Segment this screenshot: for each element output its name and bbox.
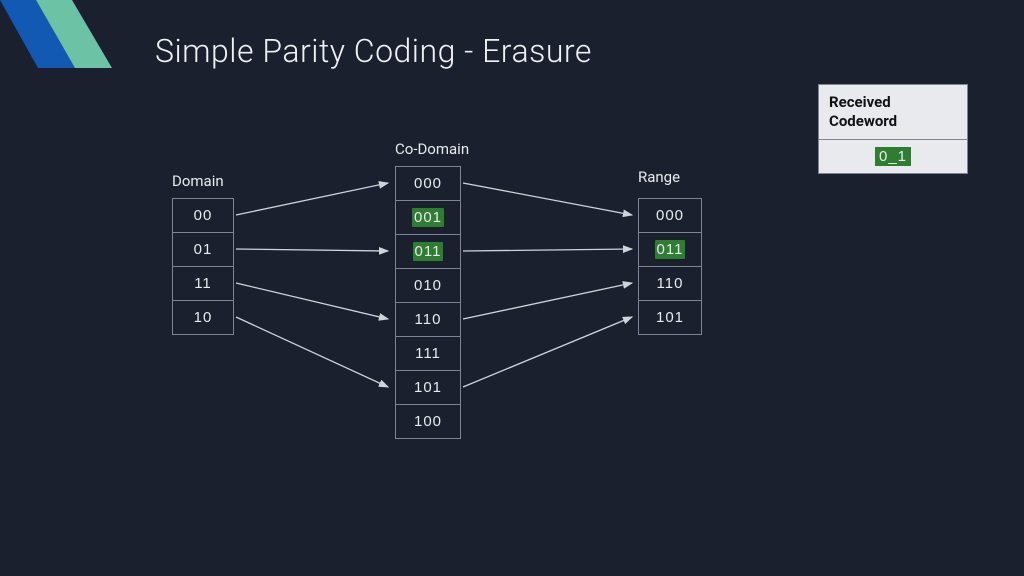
range-value: 000 bbox=[656, 207, 684, 224]
range-value: 110 bbox=[657, 275, 684, 292]
domain-value: 10 bbox=[194, 309, 213, 326]
codomain-value: 110 bbox=[415, 311, 442, 328]
domain-label: Domain bbox=[172, 172, 224, 190]
codomain-value: 101 bbox=[414, 379, 442, 396]
codomain-cells: 000 001 011 010 110 111 101 100 bbox=[395, 166, 461, 439]
range-cell: 110 bbox=[638, 266, 702, 301]
range-cells: 000 011 110 101 bbox=[638, 198, 702, 335]
codomain-value: 011 bbox=[413, 242, 444, 261]
domain-cell: 01 bbox=[172, 232, 234, 267]
codomain-label: Co-Domain bbox=[395, 140, 469, 158]
codomain-cell: 010 bbox=[395, 268, 461, 303]
domain-cell: 10 bbox=[172, 300, 234, 335]
codomain-cell: 110 bbox=[395, 302, 461, 337]
codomain-cell: 001 bbox=[395, 200, 461, 235]
codomain-value: 000 bbox=[414, 175, 442, 192]
domain-cells: 00 01 11 10 bbox=[172, 198, 234, 335]
received-value: 0_1 bbox=[819, 140, 967, 173]
codomain-cell: 011 bbox=[395, 234, 461, 269]
domain-cell: 00 bbox=[172, 198, 234, 233]
received-codeword-box: Received Codeword 0_1 bbox=[818, 84, 968, 174]
range-value: 011 bbox=[655, 240, 686, 259]
domain-value: 11 bbox=[194, 275, 212, 292]
domain-value: 00 bbox=[194, 207, 213, 224]
codomain-value: 010 bbox=[414, 277, 442, 294]
range-cell: 000 bbox=[638, 198, 702, 233]
codomain-cell: 111 bbox=[395, 336, 461, 371]
codomain-value: 111 bbox=[415, 345, 441, 362]
slide-title: Simple Parity Coding - Erasure bbox=[155, 32, 592, 70]
codomain-cell: 000 bbox=[395, 166, 461, 201]
received-header: Received Codeword bbox=[819, 85, 967, 140]
codomain-cell: 101 bbox=[395, 370, 461, 405]
range-cell: 011 bbox=[638, 232, 702, 267]
corner-accent-icon bbox=[0, 0, 120, 120]
domain-value: 01 bbox=[194, 241, 213, 258]
range-cell: 101 bbox=[638, 300, 702, 335]
codomain-value: 001 bbox=[412, 208, 444, 227]
range-label: Range bbox=[638, 168, 680, 186]
codomain-value: 100 bbox=[414, 413, 442, 430]
domain-cell: 11 bbox=[172, 266, 234, 301]
range-value: 101 bbox=[656, 309, 684, 326]
codomain-cell: 100 bbox=[395, 404, 461, 439]
